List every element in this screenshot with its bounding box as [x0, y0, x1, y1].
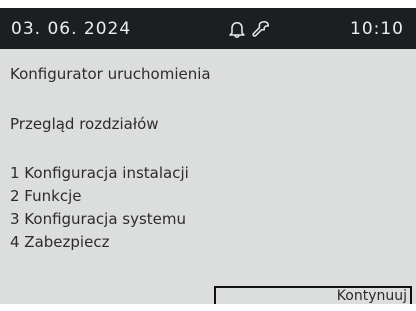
status-icons	[227, 19, 273, 39]
status-bar: 03. 06. 2024 10:10	[0, 8, 416, 49]
chapter-list: 1 Konfiguracja instalacji 2 Funkcje 3 Ko…	[10, 164, 189, 256]
status-date: 03. 06. 2024	[11, 19, 132, 39]
device-screen: 03. 06. 2024 10:10 Konfigurator uruchomi…	[0, 8, 416, 304]
wrench-icon	[251, 19, 271, 39]
chapter-item[interactable]: 3 Konfiguracja systemu	[10, 210, 189, 233]
continue-button[interactable]: Kontynuuj	[214, 286, 412, 304]
chapter-item[interactable]: 4 Zabezpiecz	[10, 233, 189, 256]
page-title: Konfigurator uruchomienia	[10, 65, 211, 83]
chapter-item[interactable]: 1 Konfiguracja instalacji	[10, 164, 189, 187]
section-heading: Przegląd rozdziałów	[10, 115, 159, 133]
bell-icon	[227, 19, 247, 39]
status-time: 10:10	[350, 19, 404, 39]
chapter-item[interactable]: 2 Funkcje	[10, 187, 189, 210]
